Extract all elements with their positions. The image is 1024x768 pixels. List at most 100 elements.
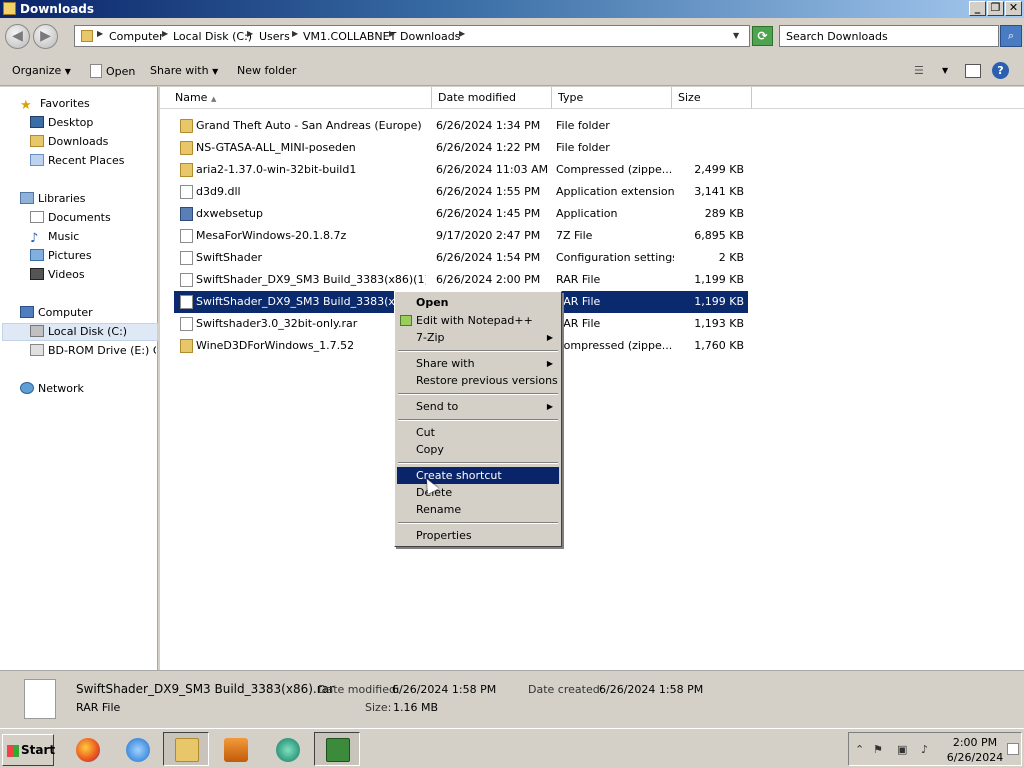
show-desktop-icon[interactable] <box>1007 743 1019 755</box>
search-button[interactable]: ⌕ <box>1000 25 1022 47</box>
nav-desktop[interactable]: Desktop <box>30 114 93 132</box>
share-with-label: Share with <box>150 64 209 77</box>
nav-recent-places[interactable]: Recent Places <box>30 152 125 170</box>
address-bar[interactable]: ▶ Computer ▶ Local Disk (C:) ▶ Users ▶ V… <box>74 25 750 47</box>
file-row[interactable]: aria2-1.37.0-win-32bit-build1 6/26/2024 1… <box>174 159 748 181</box>
clock-time[interactable]: 2:00 PM <box>935 736 1015 749</box>
nav-computer[interactable]: Computer <box>20 304 93 322</box>
nav-music[interactable]: ♪ Music <box>30 228 79 246</box>
breadcrumb-user-folder[interactable]: VM1.COLLABNET <box>303 30 396 43</box>
column-type[interactable]: Type <box>552 87 672 109</box>
breadcrumb-downloads[interactable]: Downloads <box>400 30 460 43</box>
menu-item-properties[interactable]: Properties <box>397 527 559 544</box>
forward-arrow-icon: ▶ <box>40 28 51 44</box>
breadcrumb-local-disk[interactable]: Local Disk (C:) <box>173 30 252 43</box>
chevron-down-icon[interactable]: ▼ <box>942 66 948 75</box>
forward-button[interactable]: ▶ <box>33 24 58 49</box>
file-type: File folder <box>556 141 610 154</box>
file-row[interactable]: dxwebsetup 6/26/2024 1:45 PM Application 28… <box>174 203 748 225</box>
breadcrumb-users[interactable]: Users <box>259 30 290 43</box>
refresh-button[interactable]: ⟳ <box>752 26 773 46</box>
view-options-icon[interactable]: ☰ <box>914 64 924 77</box>
taskbar-internet-explorer[interactable] <box>114 732 160 766</box>
minimize-button[interactable]: _ <box>969 1 986 16</box>
menu-item-7zip[interactable]: 7-Zip ▶ <box>397 329 559 346</box>
volume-icon[interactable]: ♪ <box>921 743 928 756</box>
chevron-right-icon: ▶ <box>97 29 104 38</box>
taskbar-firefox[interactable] <box>64 732 110 766</box>
nav-local-disk[interactable]: Local Disk (C:) <box>30 323 127 341</box>
chevron-right-icon: ▶ <box>162 29 169 38</box>
file-date-modified: 6/26/2024 1:34 PM <box>436 119 541 132</box>
back-button[interactable]: ◀ <box>5 24 30 49</box>
menu-separator <box>398 350 558 352</box>
column-name[interactable]: Name ▲ <box>169 87 432 109</box>
file-row[interactable]: NS-GTASA-ALL_MINI-poseden 6/26/2024 1:22 … <box>174 137 748 159</box>
file-row[interactable]: SwiftShader_DX9_SM3 Build_3383(x86)(1).r… <box>174 269 748 291</box>
nav-recent-places-label: Recent Places <box>48 154 125 167</box>
nav-libraries[interactable]: Libraries <box>20 190 86 208</box>
chevron-down-icon[interactable]: ▼ <box>733 31 739 40</box>
file-row[interactable]: d3d9.dll 6/26/2024 1:55 PM Application ext… <box>174 181 748 203</box>
details-file-name: SwiftShader_DX9_SM3 Build_3383(x86).rar <box>76 682 334 696</box>
file-date-modified: 9/17/2020 2:47 PM <box>436 229 541 242</box>
new-folder-button[interactable]: New folder <box>237 64 296 77</box>
start-button[interactable]: Start <box>2 734 55 766</box>
menu-item-open[interactable]: Open <box>397 294 559 311</box>
dll-icon <box>180 185 193 199</box>
folder-icon <box>3 2 16 15</box>
details-file-type: RAR File <box>76 701 121 714</box>
menu-item-delete[interactable]: Delete <box>397 484 559 501</box>
file-name: d3d9.dll <box>196 185 241 198</box>
taskbar-media-player[interactable] <box>212 732 258 766</box>
restore-button[interactable]: ❐ <box>987 1 1004 16</box>
preview-pane-icon[interactable] <box>965 64 981 78</box>
menu-item-edit-notepad[interactable]: Edit with Notepad++ <box>397 312 559 329</box>
nav-network[interactable]: Network <box>20 380 84 398</box>
menu-item-cut[interactable]: Cut <box>397 424 559 441</box>
nav-pictures-label: Pictures <box>48 249 92 262</box>
action-center-flag-icon[interactable]: ⚑ <box>873 743 883 756</box>
close-button[interactable]: ✕ <box>1005 1 1022 16</box>
menu-separator <box>398 393 558 395</box>
menu-item-rename[interactable]: Rename <box>397 501 559 518</box>
taskbar-app[interactable] <box>264 732 310 766</box>
open-button[interactable]: Open <box>90 64 135 78</box>
window-title: Downloads <box>20 2 95 16</box>
nav-videos[interactable]: Videos <box>30 266 85 284</box>
menu-item-share-with-label: Share with <box>416 357 475 370</box>
help-icon[interactable]: ? <box>992 62 1009 79</box>
nav-downloads[interactable]: Downloads <box>30 133 108 151</box>
network-icon[interactable]: ▣ <box>897 743 907 756</box>
menu-item-restore-previous[interactable]: Restore previous versions <box>397 372 559 389</box>
menu-item-copy[interactable]: Copy <box>397 441 559 458</box>
taskbar-explorer[interactable] <box>163 732 209 766</box>
submenu-arrow-icon: ▶ <box>546 333 553 342</box>
share-with-button[interactable]: Share with ▼ <box>150 64 218 77</box>
file-size: 2,499 KB <box>694 163 744 176</box>
nav-favorites[interactable]: ★ Favorites <box>20 95 90 113</box>
chevron-up-icon[interactable]: ⌃ <box>855 743 864 756</box>
details-date-created: 6/26/2024 1:58 PM <box>599 683 704 696</box>
file-row[interactable]: Grand Theft Auto - San Andreas (Europe) … <box>174 115 748 137</box>
chevron-right-icon: ▶ <box>459 29 466 38</box>
organize-button[interactable]: Organize ▼ <box>12 64 71 77</box>
file-type: RAR File <box>556 273 601 286</box>
breadcrumb-computer[interactable]: Computer <box>109 30 164 43</box>
column-size[interactable]: Size <box>672 87 752 109</box>
downloads-folder-icon <box>30 135 44 147</box>
disc-drive-icon <box>30 344 44 356</box>
menu-item-share-with[interactable]: Share with ▶ <box>397 355 559 372</box>
pictures-icon <box>30 249 44 261</box>
search-input[interactable]: Search Downloads <box>779 25 999 47</box>
nav-pictures[interactable]: Pictures <box>30 247 92 265</box>
file-row[interactable]: SwiftShader 6/26/2024 1:54 PM Configuratio… <box>174 247 748 269</box>
taskbar-gpu-app[interactable] <box>314 732 360 766</box>
chevron-down-icon: ▼ <box>212 67 219 76</box>
nav-documents[interactable]: Documents <box>30 209 111 227</box>
menu-item-send-to[interactable]: Send to ▶ <box>397 398 559 415</box>
nav-bd-rom[interactable]: BD-ROM Drive (E:) GT. <box>30 342 156 360</box>
column-date-modified[interactable]: Date modified <box>432 87 552 109</box>
clock-date[interactable]: 6/26/2024 <box>935 751 1015 764</box>
file-row[interactable]: MesaForWindows-20.1.8.7z 9/17/2020 2:47 P… <box>174 225 748 247</box>
